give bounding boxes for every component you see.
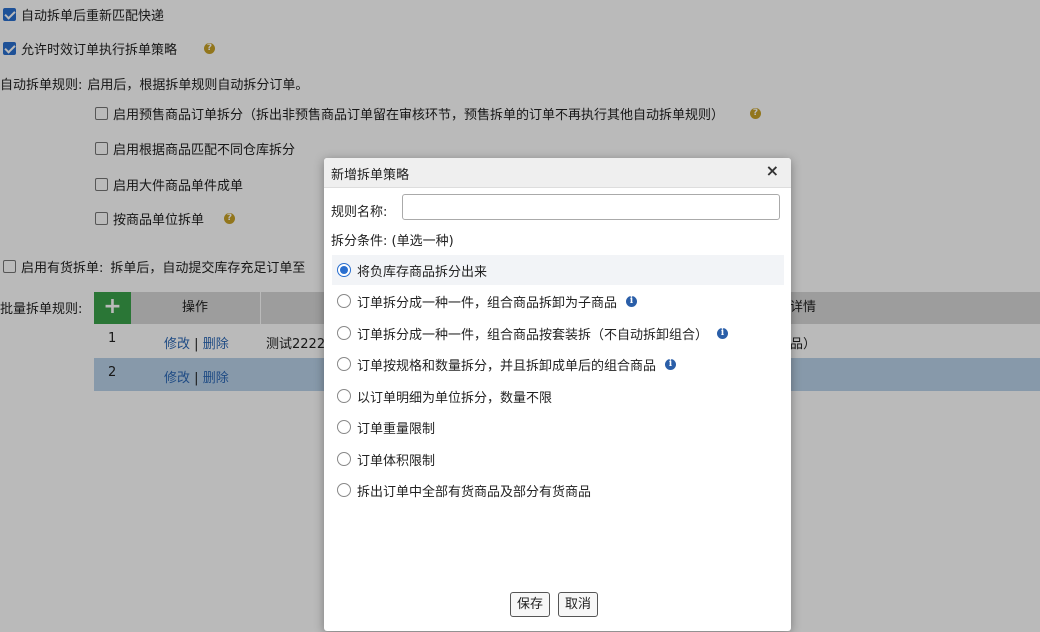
option-label: 订单重量限制: [357, 421, 436, 437]
radio-button[interactable]: [337, 420, 351, 434]
option-label: 以订单明细为单位拆分，数量不限: [357, 390, 553, 406]
condition-label: 拆分条件: (单选一种): [331, 234, 454, 249]
option-in-stock-items[interactable]: 拆出订单中全部有货商品及部分有货商品: [332, 475, 784, 505]
save-button[interactable]: 保存: [510, 592, 551, 617]
dialog-header: 新增拆单策略 ×: [324, 158, 791, 188]
cancel-button[interactable]: 取消: [558, 592, 599, 617]
rule-name-input[interactable]: [402, 194, 780, 220]
close-icon[interactable]: ×: [766, 161, 779, 180]
option-label: 拆出订单中全部有货商品及部分有货商品: [357, 484, 592, 500]
option-label: 订单体积限制: [357, 453, 436, 469]
option-one-per-item-unbundle[interactable]: 订单拆分成一种一件，组合商品拆卸为子商品 i: [332, 286, 784, 316]
radio-button[interactable]: [337, 389, 351, 403]
radio-button[interactable]: [337, 294, 351, 308]
new-split-strategy-dialog: 新增拆单策略 × 规则名称: 拆分条件: (单选一种) 将负库存商品拆分出来 订…: [324, 158, 791, 631]
dialog-title: 新增拆单策略: [331, 168, 410, 183]
option-volume-limit[interactable]: 订单体积限制: [332, 444, 784, 474]
option-label: 将负库存商品拆分出来: [357, 264, 488, 280]
option-by-spec-quantity[interactable]: 订单按规格和数量拆分，并且拆卸成单后的组合商品 i: [332, 349, 784, 379]
radio-button[interactable]: [337, 326, 351, 340]
option-label: 订单拆分成一种一件，组合商品按套装拆（不自动拆卸组合）: [357, 327, 709, 343]
info-icon[interactable]: i: [665, 358, 677, 370]
radio-button[interactable]: [337, 263, 351, 277]
option-label: 订单拆分成一种一件，组合商品拆卸为子商品: [357, 295, 618, 311]
radio-button[interactable]: [337, 452, 351, 466]
radio-button[interactable]: [337, 483, 351, 497]
option-by-detail-line[interactable]: 以订单明细为单位拆分，数量不限: [332, 381, 784, 411]
radio-button[interactable]: [337, 357, 351, 371]
info-icon[interactable]: i: [717, 327, 729, 339]
option-negative-stock[interactable]: 将负库存商品拆分出来: [332, 255, 784, 285]
rule-name-label: 规则名称:: [331, 205, 388, 220]
option-one-per-item-bundle[interactable]: 订单拆分成一种一件，组合商品按套装拆（不自动拆卸组合） i: [332, 318, 784, 348]
option-weight-limit[interactable]: 订单重量限制: [332, 412, 784, 442]
option-label: 订单按规格和数量拆分，并且拆卸成单后的组合商品: [357, 358, 657, 374]
info-icon[interactable]: i: [626, 295, 638, 307]
